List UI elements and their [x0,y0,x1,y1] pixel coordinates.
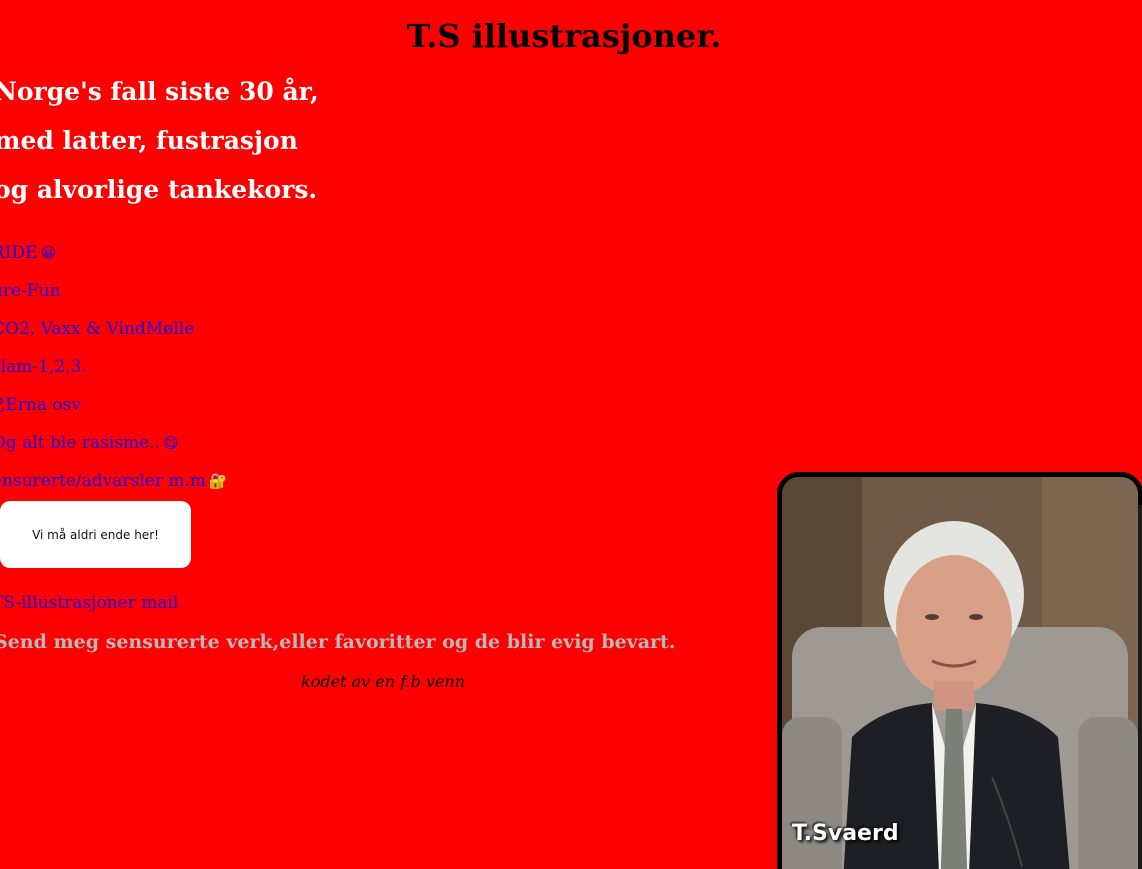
nav-link-fun[interactable]: ure-Fun [0,280,61,302]
nav-link-co2[interactable]: CO2, Vaxx & VindMølle [0,318,194,340]
profile-photo: T.Svaerd [777,472,1142,869]
nav-link-label: ensurerte/advarsler m.m [0,471,206,491]
grinning-face-icon: 😀 [40,244,57,262]
nav-link-rasisme[interactable]: Og alt ble rasisme.. 😋 [0,432,179,454]
credit-text: kodet av en f.b venn [301,672,465,691]
nav-link-label: Og alt ble rasisme.. [0,433,160,453]
site-title: T.S illustrasjoner. [406,17,722,55]
lock-with-key-icon: 🔐 [208,472,228,490]
nav-link-ride[interactable]: RIDE😀 [0,242,56,264]
tagline-line-2: med latter, fustrasjon [0,126,298,155]
send-text: Send meg sensurerte verk,eller favoritte… [0,631,676,653]
page: T.S illustrasjoner. Norge's fall siste 3… [0,0,1142,869]
nav-link-label: P,Erna osv [0,395,81,415]
tagline-line-1: Norge's fall siste 30 år, [0,77,319,106]
nav-link-label: ure-Fun [0,281,61,301]
mail-link[interactable]: TS-illustrasjoner mail [0,592,178,614]
photo-caption: T.Svaerd [792,821,899,846]
tagline-line-3: og alvorlige tankekors. [0,175,318,204]
nav-link-erna[interactable]: P,Erna osv [0,394,81,416]
nav-link-sensurerte[interactable]: ensurerte/advarsler m.m 🔐 [0,470,228,492]
nav-link-label: slam-1,2,3. [0,357,87,377]
nav-link-label: CO2, Vaxx & VindMølle [0,319,195,339]
portrait-image [782,477,1138,869]
scrollbar[interactable] [1138,505,1142,869]
cta-button[interactable]: Vi må aldri ende her! [0,501,191,568]
face-savoring-food-icon: 😋 [162,434,179,452]
nav-link-islam[interactable]: slam-1,2,3. [0,356,87,378]
nav-link-label: RIDE [0,243,38,263]
